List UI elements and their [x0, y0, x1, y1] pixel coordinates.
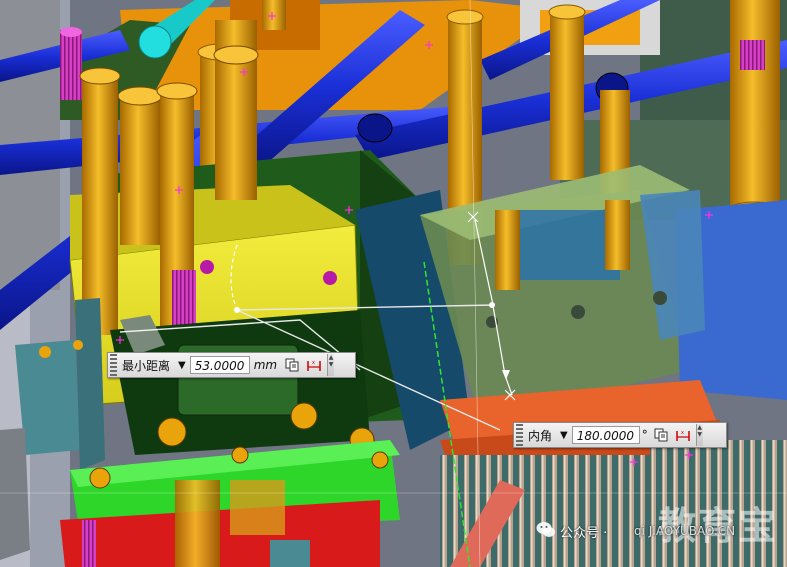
- wechat-icon: [536, 522, 555, 537]
- min-distance-dimension[interactable]: 最小距离 ▼ 53.0000 mm x ▲ ▼: [107, 352, 356, 378]
- copy-value-icon[interactable]: [652, 426, 670, 444]
- socket-head-bolt: [82, 75, 118, 335]
- svg-text:x: x: [312, 360, 315, 366]
- watermark-site: qi JIAOYUBAO.CN: [634, 524, 736, 538]
- inner-angle-dimension[interactable]: 内角 ▼ 180.0000 ° x ▲ ▼: [513, 422, 727, 448]
- measure-type-dropdown-arrow[interactable]: ▼: [174, 360, 190, 371]
- min-distance-label: 最小距离: [122, 358, 171, 373]
- inner-angle-label: 内角: [528, 428, 553, 443]
- drag-handle[interactable]: [110, 354, 117, 376]
- cad-3d-viewport[interactable]: 最小距离 ▼ 53.0000 mm x ▲ ▼ 内角 ▼ 180.0000 ° x…: [0, 0, 787, 567]
- min-distance-unit: mm: [253, 358, 278, 372]
- watermark: 公众号 · 教育宝 qi JIAOYUBAO.CN: [528, 495, 787, 567]
- dimension-display-icon[interactable]: x: [674, 426, 692, 444]
- mold-assembly-scene[interactable]: [0, 0, 787, 567]
- drag-handle[interactable]: [516, 424, 523, 446]
- copy-value-icon[interactable]: [283, 356, 301, 374]
- inner-angle-value[interactable]: 180.0000: [571, 426, 640, 444]
- box-end-arrows[interactable]: ▲ ▼: [327, 354, 335, 376]
- dimension-display-icon[interactable]: x: [305, 356, 323, 374]
- measure-type-dropdown-arrow[interactable]: ▼: [556, 430, 572, 441]
- watermark-brand: 教育宝: [658, 504, 779, 548]
- box-end-arrows[interactable]: ▲ ▼: [695, 424, 703, 446]
- guide-bolt: [730, 0, 780, 220]
- inner-angle-unit: °: [641, 428, 648, 442]
- svg-text:x: x: [681, 430, 684, 436]
- watermark-account: 公众号 ·: [560, 526, 608, 541]
- min-distance-value[interactable]: 53.0000: [189, 356, 250, 374]
- threaded-rod: [60, 30, 82, 100]
- guide-bolt: [550, 10, 584, 180]
